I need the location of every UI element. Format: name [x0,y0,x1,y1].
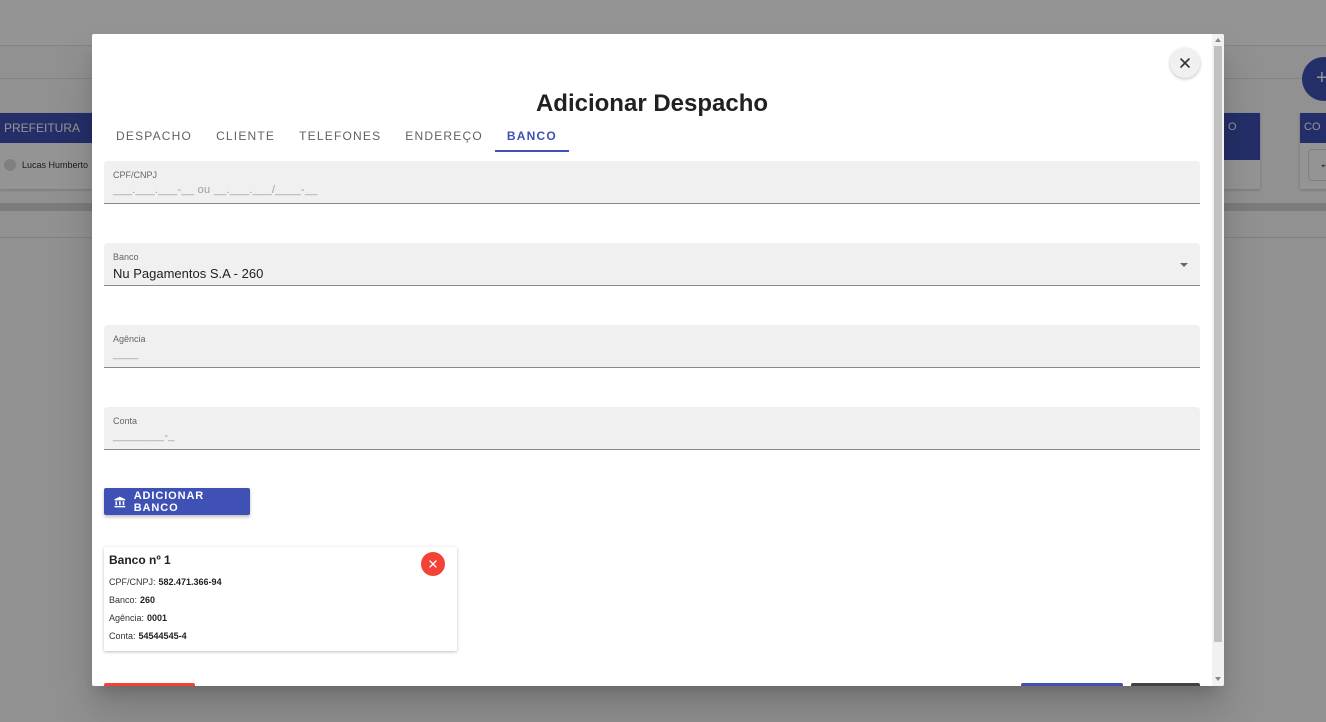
cancel-button-partial[interactable] [1131,683,1200,686]
scroll-down-icon[interactable] [1215,677,1221,681]
agency-input[interactable]: ____ [113,348,139,360]
tab-endereco[interactable]: ENDEREÇO [393,122,495,152]
bank-selected-value: Nu Pagamentos S.A - 260 [113,266,264,281]
bank-select[interactable]: Banco Nu Pagamentos S.A - 260 [104,243,1200,286]
scroll-up-icon[interactable] [1215,38,1221,42]
tab-bar: DESPACHO CLIENTE TELEFONES ENDEREÇO BANC… [104,122,569,152]
tab-despacho[interactable]: DESPACHO [104,122,204,152]
agency-label: Agência [113,334,146,344]
bank-card-agency: Agência: 0001 [109,613,168,623]
close-icon [1180,58,1190,68]
tab-cliente[interactable]: CLIENTE [204,122,287,152]
cpf-cnpj-field[interactable]: CPF/CNPJ ___.___.___-__ ou __.___.___/__… [104,161,1200,204]
tab-telefones[interactable]: TELEFONES [287,122,393,152]
bank-card-bank: Banco: 260 [109,595,156,605]
cpf-cnpj-input[interactable]: ___.___.___-__ ou __.___.___/____-__ [113,184,318,196]
close-button[interactable] [1170,48,1200,78]
account-label: Conta [113,416,138,426]
dropdown-arrow-icon [1180,263,1188,267]
bank-card: Banco nº 1 CPF/CNPJ: 582.471.366-94 Banco… [104,547,457,651]
account-field[interactable]: Conta ________-_ [104,407,1200,450]
remove-bank-button[interactable] [421,552,445,576]
bank-card-title: Banco nº 1 [109,553,171,567]
add-dispatch-dialog: Adicionar Despacho DESPACHO CLIENTE TELE… [92,34,1224,686]
add-bank-button[interactable]: ADICIONAR BANCO [104,488,250,515]
bank-card-cpf: CPF/CNPJ: 582.471.366-94 [109,577,222,587]
bank-card-account: Conta: 54544545-4 [109,631,187,641]
close-icon [429,560,437,568]
agency-field[interactable]: Agência ____ [104,325,1200,368]
save-button-partial[interactable] [1021,683,1123,686]
delete-button-partial[interactable] [104,683,195,686]
tab-banco[interactable]: BANCO [494,122,569,152]
dialog-scrollbar[interactable] [1212,34,1224,686]
account-input[interactable]: ________-_ [113,430,175,442]
cpf-cnpj-label: CPF/CNPJ [113,170,158,180]
scrollbar-thumb[interactable] [1214,46,1222,642]
dialog-title: Adicionar Despacho [535,90,769,117]
bank-label: Banco [113,252,139,262]
add-bank-label: ADICIONAR BANCO [133,489,205,514]
bank-icon [114,496,126,507]
